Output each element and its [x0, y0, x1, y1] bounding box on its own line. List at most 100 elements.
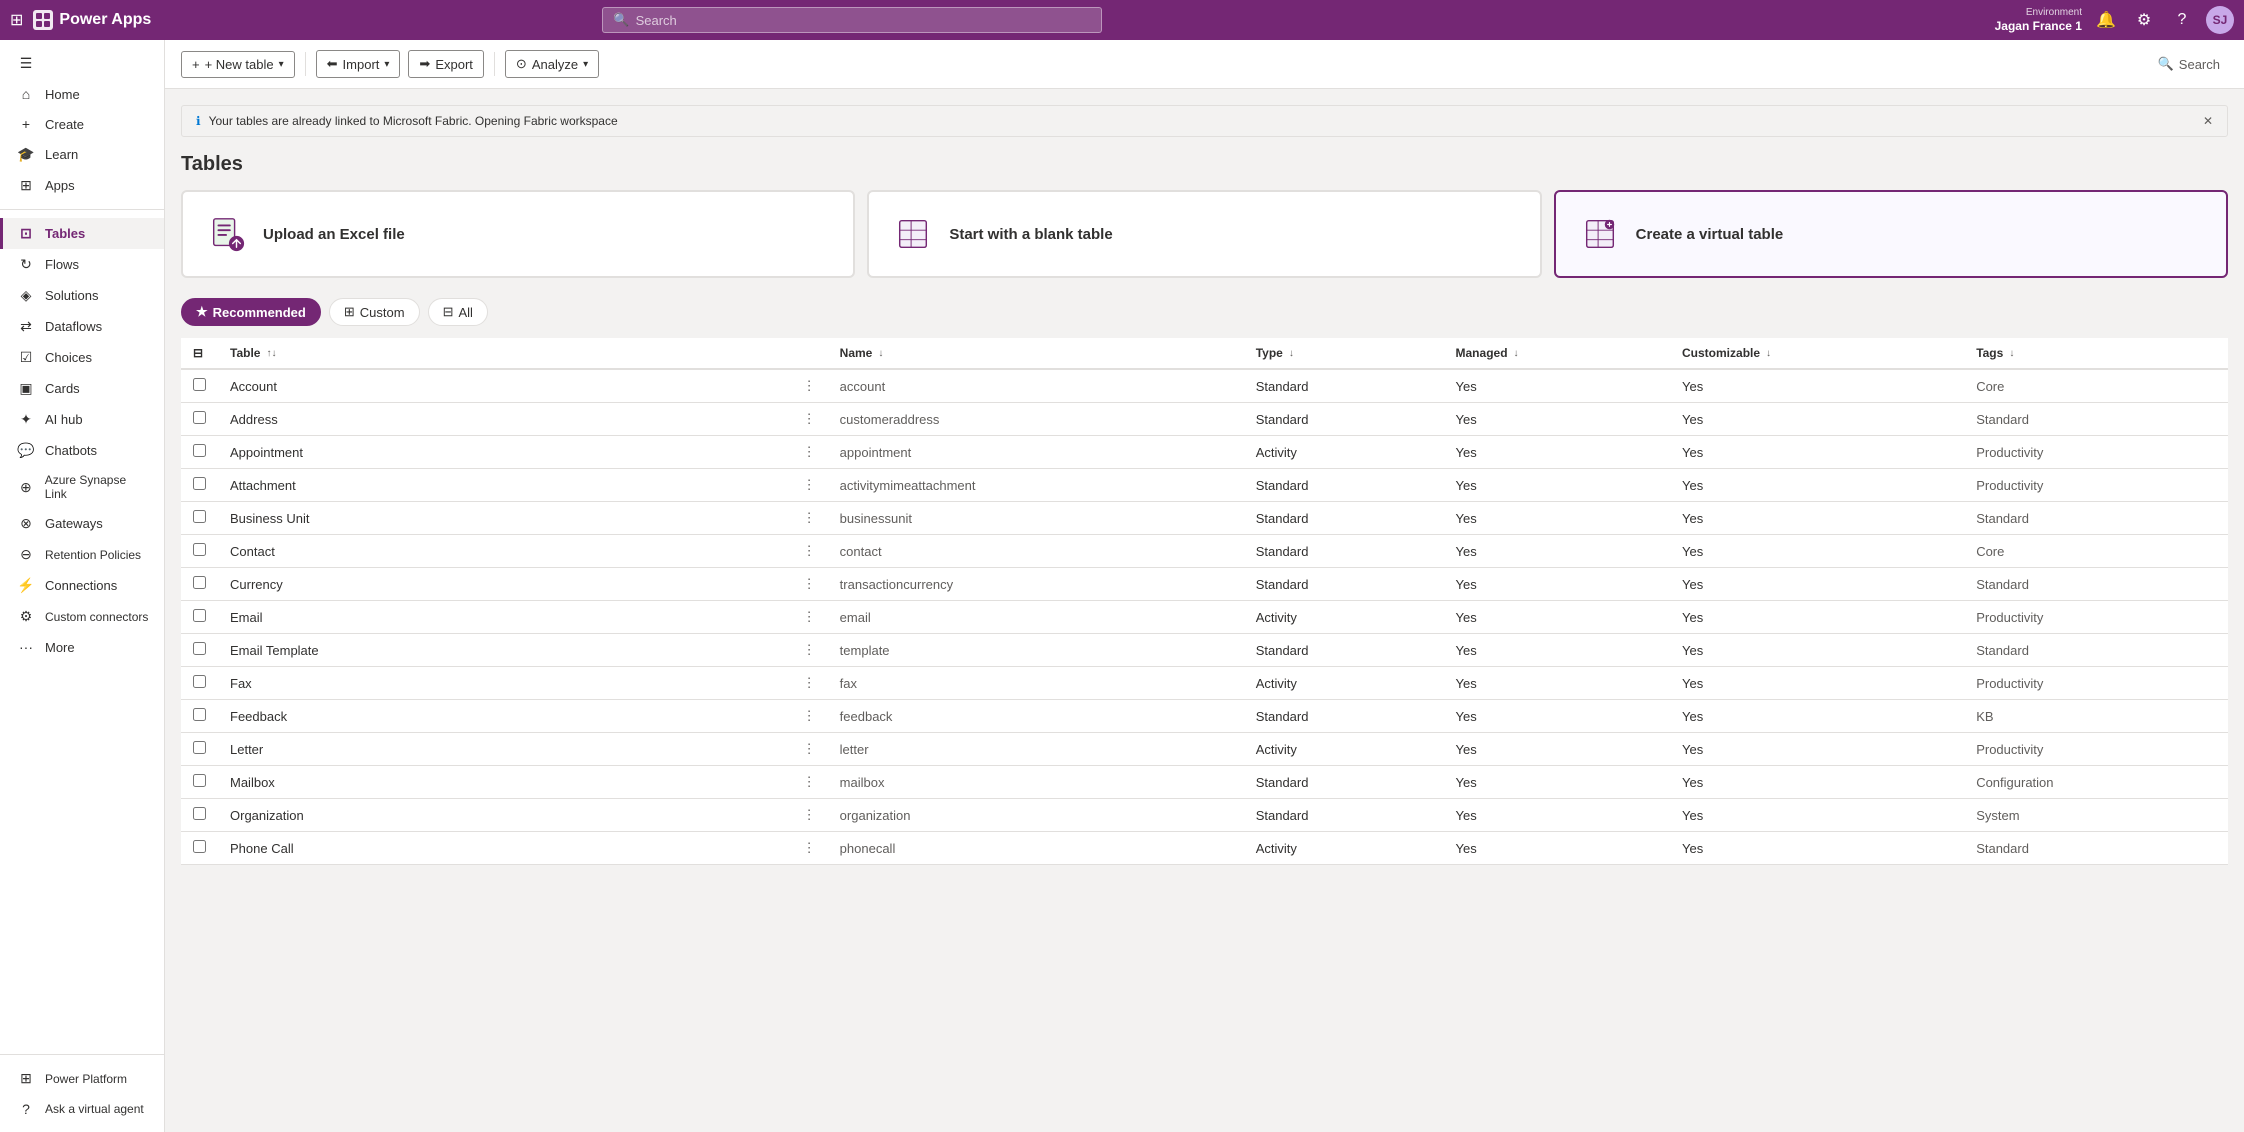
- sidebar-item-connections[interactable]: ⚡ Connections: [0, 570, 164, 601]
- table-row[interactable]: Attachment ⋮ activitymimeattachment Stan…: [181, 469, 2228, 502]
- row-checkbox[interactable]: [193, 774, 206, 787]
- row-check[interactable]: [181, 634, 218, 667]
- search-input[interactable]: [636, 13, 1092, 28]
- row-dots[interactable]: ⋮: [791, 568, 828, 601]
- table-row[interactable]: Organization ⋮ organization Standard Yes…: [181, 799, 2228, 832]
- tab-all[interactable]: ⊟ All: [428, 298, 488, 326]
- row-dots[interactable]: ⋮: [791, 667, 828, 700]
- row-checkbox[interactable]: [193, 840, 206, 853]
- blank-table-card[interactable]: Start with a blank table: [867, 190, 1541, 278]
- grid-icon[interactable]: ⊞: [10, 10, 23, 30]
- row-dots[interactable]: ⋮: [791, 832, 828, 865]
- table-row[interactable]: Fax ⋮ fax Activity Yes Yes Productivity: [181, 667, 2228, 700]
- col-header-customizable[interactable]: Customizable ↓: [1670, 338, 1964, 369]
- row-dots[interactable]: ⋮: [791, 766, 828, 799]
- table-row[interactable]: Account ⋮ account Standard Yes Yes Core: [181, 369, 2228, 403]
- sidebar-item-azure[interactable]: ⊕ Azure Synapse Link: [0, 466, 164, 508]
- sidebar-item-custom-connectors[interactable]: ⚙ Custom connectors: [0, 601, 164, 632]
- row-dots[interactable]: ⋮: [791, 733, 828, 766]
- tab-custom[interactable]: ⊞ Custom: [329, 298, 420, 326]
- table-row[interactable]: Currency ⋮ transactioncurrency Standard …: [181, 568, 2228, 601]
- row-dots[interactable]: ⋮: [791, 634, 828, 667]
- table-row[interactable]: Appointment ⋮ appointment Activity Yes Y…: [181, 436, 2228, 469]
- help-icon[interactable]: ?: [2168, 6, 2196, 34]
- sidebar-item-cards[interactable]: ▣ Cards: [0, 373, 164, 404]
- row-check[interactable]: [181, 502, 218, 535]
- export-button[interactable]: ➡ Export: [408, 50, 483, 78]
- topbar-search[interactable]: 🔍: [602, 7, 1102, 33]
- table-row[interactable]: Phone Call ⋮ phonecall Activity Yes Yes …: [181, 832, 2228, 865]
- row-check[interactable]: [181, 832, 218, 865]
- table-row[interactable]: Business Unit ⋮ businessunit Standard Ye…: [181, 502, 2228, 535]
- row-dots[interactable]: ⋮: [791, 502, 828, 535]
- sidebar-item-chatbots[interactable]: 💬 Chatbots: [0, 435, 164, 466]
- sidebar-item-choices[interactable]: ☑ Choices: [0, 342, 164, 373]
- row-check[interactable]: [181, 766, 218, 799]
- table-row[interactable]: Letter ⋮ letter Activity Yes Yes Product…: [181, 733, 2228, 766]
- row-dots[interactable]: ⋮: [791, 799, 828, 832]
- col-header-name[interactable]: Name ↓: [828, 338, 1244, 369]
- import-button[interactable]: ⬅ Import ▾: [316, 50, 401, 78]
- row-checkbox[interactable]: [193, 477, 206, 490]
- sidebar-item-apps[interactable]: ⊞ Apps: [0, 170, 164, 201]
- table-search[interactable]: 🔍 Search: [2150, 52, 2228, 76]
- sidebar-collapse[interactable]: ☰: [0, 48, 164, 79]
- row-check[interactable]: [181, 700, 218, 733]
- table-row[interactable]: Email Template ⋮ template Standard Yes Y…: [181, 634, 2228, 667]
- row-checkbox[interactable]: [193, 510, 206, 523]
- new-table-button[interactable]: + + New table ▾: [181, 51, 295, 78]
- virtual-table-card[interactable]: Create a virtual table: [1554, 190, 2228, 278]
- row-checkbox[interactable]: [193, 609, 206, 622]
- tab-recommended[interactable]: ★ Recommended: [181, 298, 321, 326]
- row-checkbox[interactable]: [193, 807, 206, 820]
- row-checkbox[interactable]: [193, 741, 206, 754]
- settings-icon[interactable]: ⚙: [2130, 6, 2158, 34]
- row-checkbox[interactable]: [193, 576, 206, 589]
- avatar[interactable]: SJ: [2206, 6, 2234, 34]
- row-checkbox[interactable]: [193, 708, 206, 721]
- sidebar-item-solutions[interactable]: ◈ Solutions: [0, 280, 164, 311]
- table-row[interactable]: Email ⋮ email Activity Yes Yes Productiv…: [181, 601, 2228, 634]
- row-check[interactable]: [181, 733, 218, 766]
- row-dots[interactable]: ⋮: [791, 369, 828, 403]
- row-check[interactable]: [181, 667, 218, 700]
- sidebar-item-learn[interactable]: 🎓 Learn: [0, 139, 164, 170]
- row-check[interactable]: [181, 601, 218, 634]
- row-check[interactable]: [181, 369, 218, 403]
- row-dots[interactable]: ⋮: [791, 436, 828, 469]
- row-check[interactable]: [181, 535, 218, 568]
- sidebar-item-power-platform[interactable]: ⊞ Power Platform: [0, 1063, 164, 1094]
- sidebar-item-retention[interactable]: ⊖ Retention Policies: [0, 539, 164, 570]
- upload-excel-card[interactable]: Upload an Excel file: [181, 190, 855, 278]
- sidebar-item-home[interactable]: ⌂ Home: [0, 79, 164, 109]
- row-checkbox[interactable]: [193, 411, 206, 424]
- row-checkbox[interactable]: [193, 378, 206, 391]
- row-dots[interactable]: ⋮: [791, 469, 828, 502]
- sidebar-item-tables[interactable]: ⊡ Tables: [0, 218, 164, 249]
- row-dots[interactable]: ⋮: [791, 403, 828, 436]
- row-checkbox[interactable]: [193, 444, 206, 457]
- row-check[interactable]: [181, 469, 218, 502]
- sidebar-item-gateways[interactable]: ⊗ Gateways: [0, 508, 164, 539]
- sidebar-item-aihub[interactable]: ✦ AI hub: [0, 404, 164, 435]
- row-dots[interactable]: ⋮: [791, 601, 828, 634]
- table-row[interactable]: Feedback ⋮ feedback Standard Yes Yes KB: [181, 700, 2228, 733]
- sidebar-item-dataflows[interactable]: ⇄ Dataflows: [0, 311, 164, 342]
- row-check[interactable]: [181, 568, 218, 601]
- col-header-tags[interactable]: Tags ↓: [1964, 338, 2228, 369]
- row-dots[interactable]: ⋮: [791, 700, 828, 733]
- row-checkbox[interactable]: [193, 642, 206, 655]
- sidebar-item-ask-agent[interactable]: ? Ask a virtual agent: [0, 1094, 164, 1124]
- notif-close-button[interactable]: ✕: [2203, 114, 2213, 128]
- sidebar-item-more[interactable]: ··· More: [0, 632, 164, 662]
- row-check[interactable]: [181, 799, 218, 832]
- col-header-managed[interactable]: Managed ↓: [1444, 338, 1671, 369]
- row-dots[interactable]: ⋮: [791, 535, 828, 568]
- col-header-check[interactable]: ⊟: [181, 338, 218, 369]
- sidebar-item-create[interactable]: + Create: [0, 109, 164, 139]
- row-check[interactable]: [181, 403, 218, 436]
- col-header-type[interactable]: Type ↓: [1244, 338, 1444, 369]
- notifications-icon[interactable]: 🔔: [2092, 6, 2120, 34]
- table-row[interactable]: Mailbox ⋮ mailbox Standard Yes Yes Confi…: [181, 766, 2228, 799]
- table-row[interactable]: Address ⋮ customeraddress Standard Yes Y…: [181, 403, 2228, 436]
